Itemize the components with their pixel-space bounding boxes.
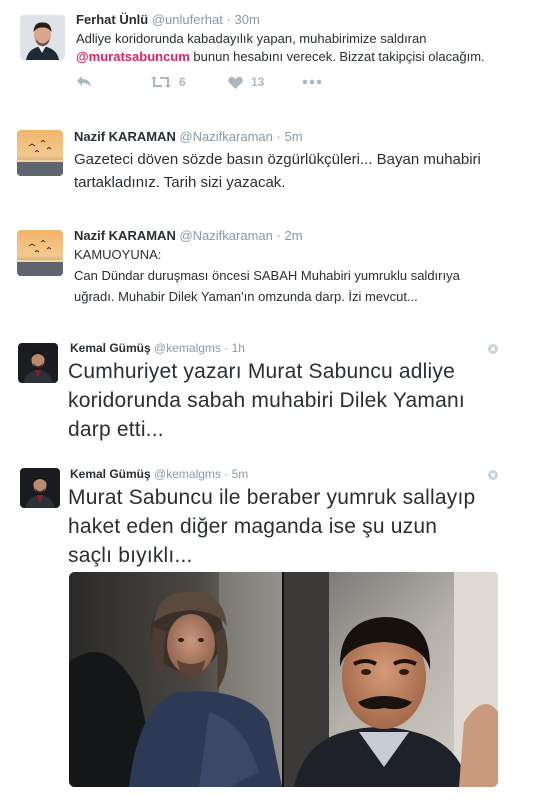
tweet-header: Nazif KARAMAN @Nazifkaraman · 2m <box>74 228 303 243</box>
tweet-header: Kemal Gümüş @kemalgms · 1h <box>70 341 245 355</box>
author-handle[interactable]: @Nazifkaraman <box>179 129 272 144</box>
avatar-ferhat[interactable] <box>20 15 65 60</box>
tweet-text-line: uğradı. Muhabir Dilek Yaman'ın omzunda d… <box>74 289 418 304</box>
tweet-menu-icon[interactable] <box>488 344 498 354</box>
reply-icon <box>77 76 91 87</box>
retweet-button[interactable]: 6 <box>151 72 186 92</box>
tweet-actions: 6 13 <box>76 72 376 92</box>
tweet-text-line: @muratsabuncum bunun hesabını verecek. B… <box>76 48 536 66</box>
avatar-kemal[interactable] <box>18 343 58 383</box>
tweet-header: Ferhat Ünlü @unluferhat · 30m <box>76 12 260 27</box>
timestamp[interactable]: 30m <box>234 12 259 27</box>
like-button[interactable]: 13 <box>228 72 264 92</box>
tweet-text-line: Can Dündar duruşması öncesi SABAH Muhabi… <box>74 268 460 283</box>
tweet-text-line: haket eden diğer maganda ise şu uzun <box>68 515 438 538</box>
retweet-icon <box>151 76 171 88</box>
tweet-menu-icon[interactable] <box>488 470 498 480</box>
tweet-text-line: KAMUOYUNA: <box>74 247 162 262</box>
tweet-text: Gazeteci döven sözde basın özgürlükçüler… <box>74 148 534 194</box>
author-name[interactable]: Kemal Gümüş <box>70 467 151 481</box>
timestamp[interactable]: 1h <box>232 341 245 355</box>
tweet-text: Adliye koridorunda kabadayılık yapan, mu… <box>76 30 536 66</box>
more-button[interactable] <box>302 72 322 92</box>
timestamp[interactable]: 2m <box>284 228 302 243</box>
tweet-header: Kemal Gümüş @kemalgms · 5m <box>70 467 248 481</box>
like-count: 13 <box>251 75 265 89</box>
separator: · <box>226 12 231 27</box>
author-handle[interactable]: @kemalgms <box>154 467 221 481</box>
tweet-text-line: saçlı bıyıklı... <box>68 544 193 567</box>
timestamp[interactable]: 5m <box>284 129 302 144</box>
separator: · <box>276 129 281 144</box>
tweet-3[interactable]: Nazif KARAMAN @Nazifkaraman · 2m KAMUOYU… <box>0 218 545 323</box>
avatar-nazif[interactable] <box>17 230 63 276</box>
tweet-text: KAMUOYUNA: Can Dündar duruşması öncesi S… <box>74 244 539 307</box>
tweet-text: Murat Sabuncu ile beraber yumruk sallayı… <box>68 483 538 570</box>
tweet-header: Nazif KARAMAN @Nazifkaraman · 5m <box>74 129 303 144</box>
avatar-kemal[interactable] <box>20 468 60 508</box>
photo-right[interactable] <box>284 572 498 787</box>
tweet-1[interactable]: Ferhat Ünlü @unluferhat · 30m Adliye kor… <box>0 0 545 110</box>
author-name[interactable]: Ferhat Ünlü <box>76 12 148 27</box>
tweet-text-line: Adliye koridorunda kabadayılık yapan, mu… <box>76 31 427 46</box>
author-handle[interactable]: @Nazifkaraman <box>179 228 272 243</box>
tweet-text-line: tartakladınız. Tarih sizi yazacak. <box>74 174 286 191</box>
tweet-text: Cumhuriyet yazarı Murat Sabuncu adliye k… <box>68 357 538 444</box>
retweet-count: 6 <box>179 75 186 89</box>
tweet-text-line: Cumhuriyet yazarı Murat Sabuncu adliye <box>68 360 455 383</box>
more-icon <box>302 79 322 85</box>
separator: · <box>224 341 229 355</box>
tweet-4[interactable]: Kemal Gümüş @kemalgms · 1h Cumhuriyet ya… <box>0 335 545 455</box>
author-handle[interactable]: @kemalgms <box>154 341 221 355</box>
reply-button[interactable] <box>76 72 92 92</box>
timestamp[interactable]: 5m <box>232 467 249 481</box>
author-handle[interactable]: @unluferhat <box>152 12 223 27</box>
avatar-nazif[interactable] <box>17 130 63 176</box>
separator: · <box>276 228 281 243</box>
mention-link[interactable]: @muratsabuncum <box>76 49 190 64</box>
author-name[interactable]: Nazif KARAMAN <box>74 129 176 144</box>
photo-left[interactable] <box>69 572 282 787</box>
tweet-text-line: darp etti... <box>68 418 164 441</box>
tweet-media[interactable] <box>69 572 498 787</box>
tweet-text-line: koridorunda sabah muhabiri Dilek Yamanı <box>68 389 465 412</box>
tweet-text-line: Gazeteci döven sözde basın özgürlükçüler… <box>74 151 481 168</box>
tweet-text-line: Murat Sabuncu ile beraber yumruk sallayı… <box>68 486 476 509</box>
tweet-2[interactable]: Nazif KARAMAN @Nazifkaraman · 5m Gazetec… <box>0 118 545 213</box>
author-name[interactable]: Nazif KARAMAN <box>74 228 176 243</box>
separator: · <box>224 467 229 481</box>
like-icon <box>228 76 243 89</box>
tweet-text-rest: bunun hesabını verecek. Bizzat takipçisi… <box>189 49 485 64</box>
author-name[interactable]: Kemal Gümüş <box>70 341 151 355</box>
